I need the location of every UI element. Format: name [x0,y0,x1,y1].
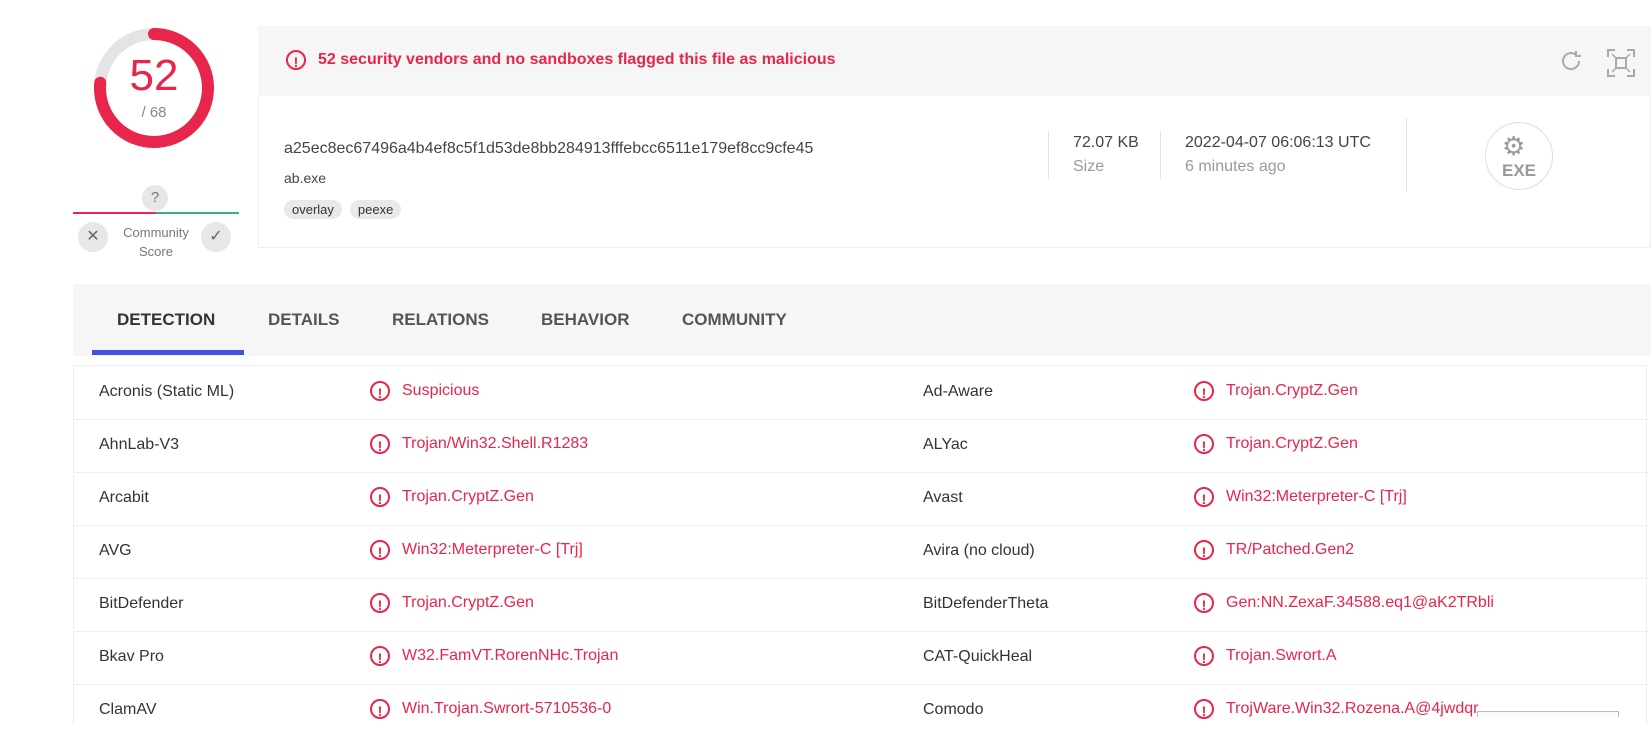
qr-scan-icon[interactable] [1606,48,1636,85]
community-score-label: Community Score [123,225,189,259]
detection-result: ! Gen:NN.ZexaF.34588.eq1@aK2TRbli [1194,593,1494,613]
table-row: Arcabit ! Trojan.CryptZ.Gen Avast ! Win32:… [74,472,1648,526]
detection-score-gauge: 52 / 68 [90,24,218,152]
detection-result: ! Win32:Meterpreter-C [Trj] [370,540,583,560]
table-row: BitDefender ! Trojan.CryptZ.Gen BitDefend… [74,578,1648,632]
file-size-value: 72.07 KB [1073,134,1139,151]
alert-icon: ! [370,540,390,560]
detection-result: ! Trojan.CryptZ.Gen [1194,381,1358,401]
vendor-name: BitDefenderTheta [923,595,1049,612]
verdict-message: 52 security vendors and no sandboxes fla… [318,51,836,68]
detection-result: ! Trojan.Swrort.A [1194,646,1337,666]
alert-icon: ! [1194,434,1214,454]
vendor-name: Comodo [923,701,984,718]
detection-count: 52 [129,51,179,100]
vendor-name: Acronis (Static ML) [99,383,235,400]
alert-icon: ! [370,593,390,613]
vote-harmless-button[interactable]: ✓ [201,222,231,252]
alert-icon: ! [370,699,390,719]
alert-icon: ! [1194,646,1214,666]
scroll-hint-widget[interactable] [1477,711,1619,717]
vendor-name: AhnLab-V3 [99,436,180,453]
vendor-name: ClamAV [99,701,157,718]
detection-table: Acronis (Static ML) ! Suspicious Ad-Aware… [73,365,1648,725]
tab-relations[interactable]: RELATIONS [392,310,489,330]
vendor-name: Ad-Aware [923,383,993,400]
detection-result: ! Trojan/Win32.Shell.R1283 [370,434,588,454]
refresh-icon[interactable] [1558,48,1584,81]
vendor-name: Avast [923,489,963,506]
gears-icon: ⚙ [1502,131,1526,161]
verdict-banner: ! 52 security vendors and no sandboxes f… [258,26,1651,96]
vendor-name: Bkav Pro [99,648,164,665]
file-tags: overlay peexe [284,200,402,219]
exe-file-type-icon: ⚙ EXE [1485,122,1553,190]
alert-icon: ! [370,487,390,507]
alert-icon: ! [1194,699,1214,719]
vendor-name: Avira (no cloud) [923,542,1035,559]
tab-detection[interactable]: DETECTION [117,310,215,330]
file-hash[interactable]: a25ec8ec67496a4b4ef8c5f1d53de8bb284913ff… [284,140,813,158]
community-score-unknown-icon: ? [142,185,168,211]
alert-icon: ! [1194,487,1214,507]
vendor-name: BitDefender [99,595,184,612]
alert-icon: ! [370,434,390,454]
vendor-name: CAT-QuickHeal [923,648,1033,665]
table-row: AVG ! Win32:Meterpreter-C [Trj] Avira (no… [74,525,1648,579]
table-row: Acronis (Static ML) ! Suspicious Ad-Aware… [74,366,1648,420]
alert-icon: ! [1194,381,1214,401]
detection-result: ! W32.FamVT.RorenNHc.Trojan [370,646,618,666]
report-tabs: DETECTION DETAILS RELATIONS BEHAVIOR COM… [73,284,1651,356]
detection-result: ! Trojan.CryptZ.Gen [1194,434,1358,454]
detection-result: ! Trojan.CryptZ.Gen [370,593,534,613]
tab-details[interactable]: DETAILS [268,310,339,330]
alert-icon: ! [370,381,390,401]
analysis-date-value: 2022-04-07 06:06:13 UTC [1185,134,1371,151]
file-info-panel: a25ec8ec67496a4b4ef8c5f1d53de8bb284913ff… [258,96,1651,248]
detection-result: ! Suspicious [370,381,479,401]
divider [1160,131,1161,179]
tab-community[interactable]: COMMUNITY [682,310,787,330]
alert-icon: ! [286,50,306,70]
community-score-bar [73,212,239,214]
alert-icon: ! [1194,540,1214,560]
detection-result: ! Trojan.CryptZ.Gen [370,487,534,507]
alert-icon: ! [370,646,390,666]
divider [1048,131,1049,179]
table-row: Bkav Pro ! W32.FamVT.RorenNHc.Trojan CAT-… [74,631,1648,685]
analysis-date-relative: 6 minutes ago [1185,158,1286,175]
detection-result: ! TR/Patched.Gen2 [1194,540,1354,560]
vendor-name: ALYac [923,436,968,453]
table-row: AhnLab-V3 ! Trojan/Win32.Shell.R1283 ALYa… [74,419,1648,473]
table-row: ClamAV ! Win.Trojan.Swrort-5710536-0 Como… [74,684,1648,737]
detection-result: ! Win32:Meterpreter-C [Trj] [1194,487,1407,507]
file-size-label: Size [1073,158,1105,175]
active-tab-indicator [92,350,244,355]
file-name: ab.exe [284,170,327,186]
engine-total: / 68 [141,104,167,121]
tag-overlay[interactable]: overlay [284,200,342,219]
vendor-name: AVG [99,542,132,559]
detection-result: ! TrojWare.Win32.Rozena.A@4jwdqr [1194,699,1478,719]
vote-malicious-button[interactable]: ✕ [78,222,108,252]
tag-peexe[interactable]: peexe [349,200,402,219]
tab-behavior[interactable]: BEHAVIOR [541,310,629,330]
vendor-name: Arcabit [99,489,149,506]
alert-icon: ! [1194,593,1214,613]
detection-result: ! Win.Trojan.Swrort-5710536-0 [370,699,611,719]
divider [1406,118,1407,192]
